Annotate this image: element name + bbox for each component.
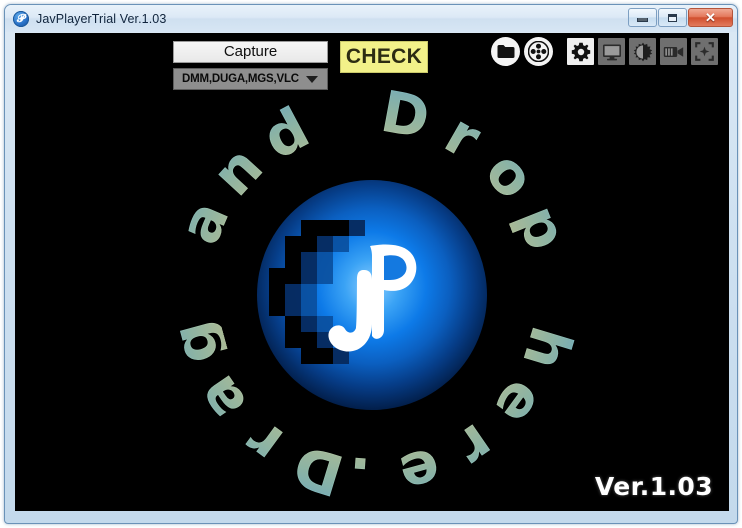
enhance-icon	[695, 42, 714, 61]
minimize-icon	[637, 18, 648, 22]
folder-icon-button[interactable]	[491, 37, 520, 66]
drop-text-char: D	[286, 431, 351, 509]
maximize-button[interactable]	[658, 8, 687, 27]
drop-text-char: g	[158, 314, 234, 372]
version-label: Ver.1.03	[594, 472, 713, 501]
drop-text-char: .	[346, 443, 373, 511]
close-button[interactable]: ✕	[688, 8, 733, 27]
window-controls: ✕	[628, 8, 733, 27]
enhance-icon-button[interactable]	[691, 38, 718, 65]
application-window: JavPlayerTrial Ver.1.03 ✕ Capture DMM,DU…	[4, 4, 738, 524]
gear-icon-button[interactable]	[567, 38, 594, 65]
folder-icon	[497, 44, 514, 58]
video-camera-icon-button[interactable]	[660, 38, 687, 65]
drop-text-char: r	[445, 410, 506, 481]
video-camera-icon	[663, 46, 684, 57]
jp-letter-icon	[328, 244, 417, 352]
film-reel-icon-button[interactable]	[524, 37, 553, 66]
drop-text-char: a	[166, 191, 243, 254]
drop-zone[interactable]: DragandDrophere.	[15, 79, 729, 511]
content-area[interactable]: Capture DMM,DUGA,MGS,VLC CHECK D r a g a…	[15, 33, 729, 511]
brightness-icon-button[interactable]	[629, 38, 656, 65]
title-bar[interactable]: JavPlayerTrial Ver.1.03 ✕	[5, 5, 737, 32]
brightness-icon	[633, 42, 652, 61]
maximize-icon	[668, 13, 677, 22]
monitor-icon-button[interactable]	[598, 38, 625, 65]
jp-app-icon	[13, 10, 29, 27]
drop-text-char: e	[392, 434, 448, 508]
drop-text-char: d	[252, 95, 320, 173]
window-title: JavPlayerTrial Ver.1.03	[36, 11, 167, 26]
drop-text-char: r	[434, 100, 492, 173]
drop-text-char: r	[233, 407, 295, 478]
jp-logo	[257, 180, 487, 410]
drop-text-char: e	[481, 367, 558, 438]
jp-monogram	[257, 180, 487, 410]
drop-text-char: h	[509, 319, 585, 378]
gear-icon	[571, 42, 590, 61]
capture-button[interactable]: Capture	[173, 41, 328, 63]
icon-bar	[491, 37, 718, 66]
film-reel-icon	[528, 41, 549, 62]
minimize-button[interactable]	[628, 8, 657, 27]
check-button[interactable]: CHECK	[340, 41, 428, 73]
drop-text-char: D	[375, 78, 435, 153]
close-icon: ✕	[705, 9, 716, 25]
drop-text-char: p	[503, 196, 580, 259]
drop-text-char: a	[183, 363, 260, 433]
monitor-icon	[602, 44, 621, 60]
